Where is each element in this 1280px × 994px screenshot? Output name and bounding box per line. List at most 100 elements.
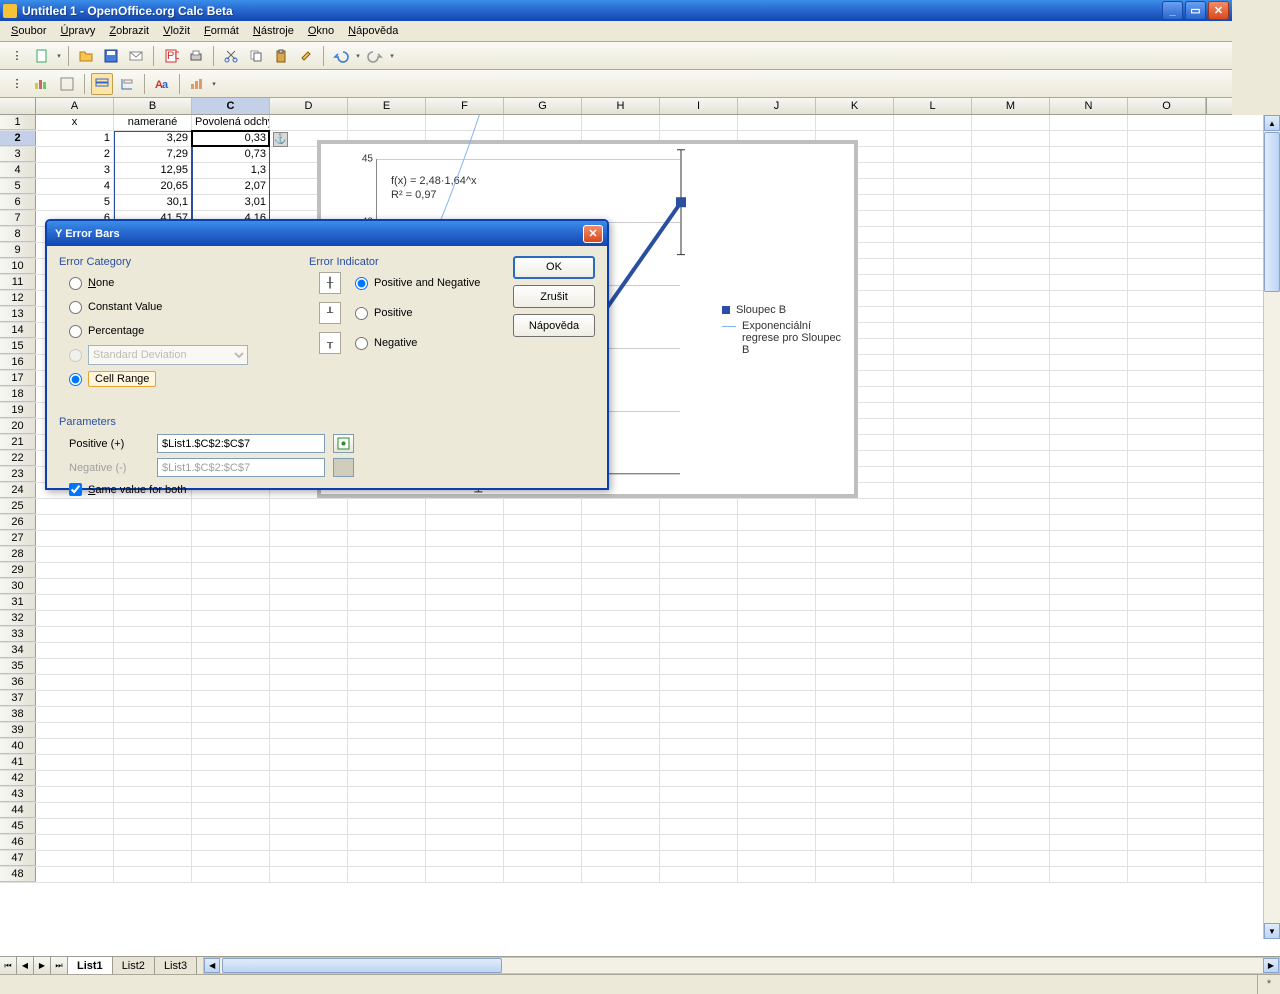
cell[interactable] [426,771,504,786]
cell[interactable] [426,867,504,882]
col-header-A[interactable]: A [36,98,114,114]
scroll-up-button[interactable]: ▲ [1264,115,1280,131]
cell[interactable] [348,691,426,706]
cell[interactable] [660,739,738,754]
cell[interactable] [894,531,972,546]
cell[interactable] [426,515,504,530]
cell[interactable] [504,499,582,514]
cell[interactable] [972,195,1050,210]
cell[interactable] [426,835,504,850]
cell[interactable] [270,771,348,786]
cell[interactable] [426,787,504,802]
sheet-nav-next[interactable]: ▶ [34,957,51,974]
col-header-B[interactable]: B [114,98,192,114]
cell[interactable] [816,835,894,850]
cell[interactable] [1128,483,1206,498]
cell[interactable] [894,547,972,562]
cell[interactable] [972,547,1050,562]
cell[interactable] [36,547,114,562]
cell[interactable] [270,115,348,130]
cell[interactable]: 4 [36,179,114,194]
row-header[interactable]: 29 [0,563,36,578]
cell[interactable] [1050,611,1128,626]
cell[interactable] [1128,611,1206,626]
cell[interactable] [972,771,1050,786]
radio-cell-range[interactable] [69,373,82,386]
cell[interactable] [270,675,348,690]
cell[interactable] [114,787,192,802]
cell[interactable] [816,611,894,626]
cell[interactable] [504,579,582,594]
cell[interactable] [1128,211,1206,226]
cell[interactable] [348,515,426,530]
cell[interactable] [738,851,816,866]
cell[interactable] [348,547,426,562]
cell[interactable] [660,867,738,882]
row-header[interactable]: 40 [0,739,36,754]
cell[interactable] [738,627,816,642]
cell[interactable] [972,259,1050,274]
cell[interactable] [816,563,894,578]
cell[interactable]: 1,3 [192,163,270,178]
cell[interactable] [894,163,972,178]
cell[interactable] [660,115,738,130]
cell[interactable] [894,179,972,194]
cell[interactable] [972,707,1050,722]
row-header[interactable]: 3 [0,147,36,162]
cell[interactable] [36,819,114,834]
cell[interactable] [1128,147,1206,162]
sheet-nav-last[interactable]: ⏭ [51,957,68,974]
cell[interactable] [1128,851,1206,866]
cell[interactable] [1050,371,1128,386]
cell[interactable] [660,803,738,818]
row-header[interactable]: 41 [0,755,36,770]
maximize-button[interactable]: ▭ [1185,1,1206,20]
cell[interactable] [348,499,426,514]
cell[interactable] [1050,403,1128,418]
row-header[interactable]: 26 [0,515,36,530]
cell[interactable] [660,675,738,690]
undo-button[interactable] [330,45,352,67]
cell[interactable] [348,835,426,850]
object-properties-button[interactable] [31,73,53,95]
cell[interactable] [270,803,348,818]
cell[interactable] [270,819,348,834]
cell[interactable] [660,707,738,722]
cell[interactable] [114,867,192,882]
cell[interactable] [1050,819,1128,834]
row-header[interactable]: 19 [0,403,36,418]
cell[interactable] [972,403,1050,418]
row-header[interactable]: 14 [0,323,36,338]
cell[interactable] [894,675,972,690]
cell[interactable] [816,643,894,658]
cell[interactable] [1128,371,1206,386]
cell[interactable] [348,675,426,690]
cell[interactable] [738,803,816,818]
cell[interactable] [348,611,426,626]
cell[interactable] [660,627,738,642]
col-header-H[interactable]: H [582,98,660,114]
cell[interactable] [36,675,114,690]
cell[interactable] [894,243,972,258]
menu-nápověda[interactable]: Nápověda [341,23,405,39]
cell[interactable] [738,515,816,530]
cell[interactable] [660,819,738,834]
cell[interactable] [426,579,504,594]
cell[interactable] [816,499,894,514]
cell[interactable] [660,787,738,802]
cell[interactable] [192,787,270,802]
cell[interactable] [582,739,660,754]
cell[interactable] [582,851,660,866]
cell[interactable] [1128,867,1206,882]
radio-ind-pos[interactable] [355,307,368,320]
cell[interactable]: 30,1 [114,195,192,210]
cell[interactable] [1050,291,1128,306]
cell[interactable] [504,803,582,818]
col-header-J[interactable]: J [738,98,816,114]
cell[interactable] [36,499,114,514]
cell[interactable]: Povolená odchylka [192,115,270,130]
cell[interactable] [972,627,1050,642]
cell[interactable] [1050,867,1128,882]
row-header[interactable]: 23 [0,467,36,482]
cell[interactable] [270,691,348,706]
